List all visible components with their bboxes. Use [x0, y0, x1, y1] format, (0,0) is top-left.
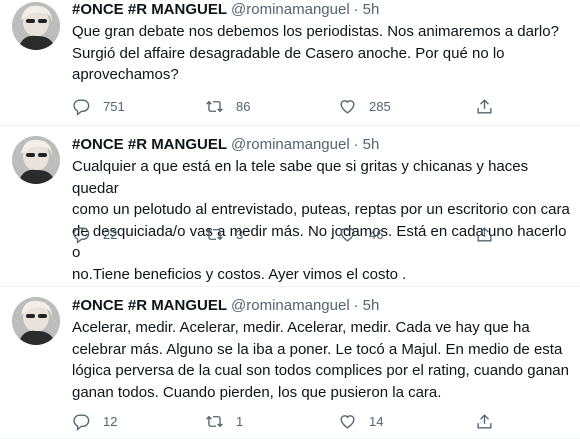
tweet[interactable]: #ONCE #R MANGUEL @rominamanguel · 5h Que gr… [0, 0, 580, 126]
separator-dot: · [353, 1, 359, 18]
avatar[interactable] [12, 136, 60, 184]
avatar-photo [12, 297, 60, 345]
reply-count: 751 [103, 98, 125, 114]
reply-count: 22 [103, 226, 118, 242]
like-icon [340, 227, 355, 242]
separator-dot: · [353, 136, 359, 153]
user-handle[interactable]: @rominamanguel [231, 297, 350, 314]
retweet-button[interactable]: 86 [205, 96, 338, 116]
share-button[interactable] [475, 224, 494, 244]
user-handle[interactable]: @rominamanguel [231, 1, 350, 18]
share-icon [477, 98, 492, 114]
tweet-header: #ONCE #R MANGUEL @rominamanguel · 5h [72, 0, 570, 20]
tweet-actions: 12 1 14 [72, 411, 570, 431]
reply-button[interactable]: 12 [72, 411, 205, 431]
tweet[interactable]: #ONCE #R MANGUEL @rominamanguel · 5h Aceler… [0, 287, 580, 439]
like-icon [340, 99, 355, 114]
like-count: 285 [369, 98, 391, 114]
separator-dot: · [353, 297, 359, 314]
reply-count: 12 [103, 413, 118, 429]
avatar[interactable] [12, 297, 60, 345]
share-icon [477, 226, 492, 242]
like-button[interactable]: 46 [338, 224, 471, 244]
tweet-actions: 22 3 46 [72, 224, 570, 244]
display-name[interactable]: #ONCE #R MANGUEL [72, 297, 227, 314]
tweet-content: #ONCE #R MANGUEL @rominamanguel · 5h Que gr… [72, 0, 570, 86]
reply-button[interactable]: 22 [72, 224, 205, 244]
reply-icon [73, 413, 90, 431]
reply-icon [73, 226, 90, 244]
tweet[interactable]: #ONCE #R MANGUEL @rominamanguel · 5h Cualqu… [0, 126, 580, 287]
retweet-button[interactable]: 3 [205, 224, 338, 244]
display-name[interactable]: #ONCE #R MANGUEL [72, 136, 227, 153]
tweet-feed: #ONCE #R MANGUEL @rominamanguel · 5h Que gr… [0, 0, 580, 439]
like-button[interactable]: 285 [338, 96, 471, 116]
tweet-text: Acelerar, medir. Acelerar, medir. Aceler… [72, 319, 569, 401]
retweet-icon [206, 415, 223, 427]
tweet-content: #ONCE #R MANGUEL @rominamanguel · 5h Cualqu… [72, 135, 570, 285]
retweet-icon [206, 100, 223, 112]
retweet-count: 1 [236, 413, 244, 429]
reply-icon [73, 98, 90, 116]
avatar-photo [12, 2, 60, 50]
avatar[interactable] [12, 2, 60, 50]
display-name[interactable]: #ONCE #R MANGUEL [72, 1, 227, 18]
retweet-button[interactable]: 1 [205, 411, 338, 431]
like-icon [340, 414, 355, 429]
tweet-text: Cualquier a que está en la tele sabe que… [72, 158, 570, 283]
user-handle[interactable]: @rominamanguel [231, 136, 350, 153]
timestamp[interactable]: 5h [363, 136, 380, 153]
retweet-count: 86 [236, 98, 251, 114]
share-icon [477, 413, 492, 429]
retweet-icon [206, 228, 223, 240]
reply-button[interactable]: 751 [72, 96, 205, 116]
like-button[interactable]: 14 [338, 411, 471, 431]
timestamp[interactable]: 5h [363, 1, 380, 18]
retweet-count: 3 [236, 226, 244, 242]
tweet-content: #ONCE #R MANGUEL @rominamanguel · 5h Aceler… [72, 296, 570, 403]
tweet-header: #ONCE #R MANGUEL @rominamanguel · 5h [72, 296, 570, 316]
share-button[interactable] [475, 411, 494, 431]
share-button[interactable] [475, 96, 494, 116]
like-count: 46 [369, 226, 384, 242]
tweet-header: #ONCE #R MANGUEL @rominamanguel · 5h [72, 135, 570, 155]
like-count: 14 [369, 413, 384, 429]
timestamp[interactable]: 5h [363, 297, 380, 314]
tweet-text: Que gran debate nos debemos los periodis… [72, 23, 559, 83]
avatar-photo [12, 136, 60, 184]
tweet-actions: 751 86 285 [72, 96, 570, 116]
